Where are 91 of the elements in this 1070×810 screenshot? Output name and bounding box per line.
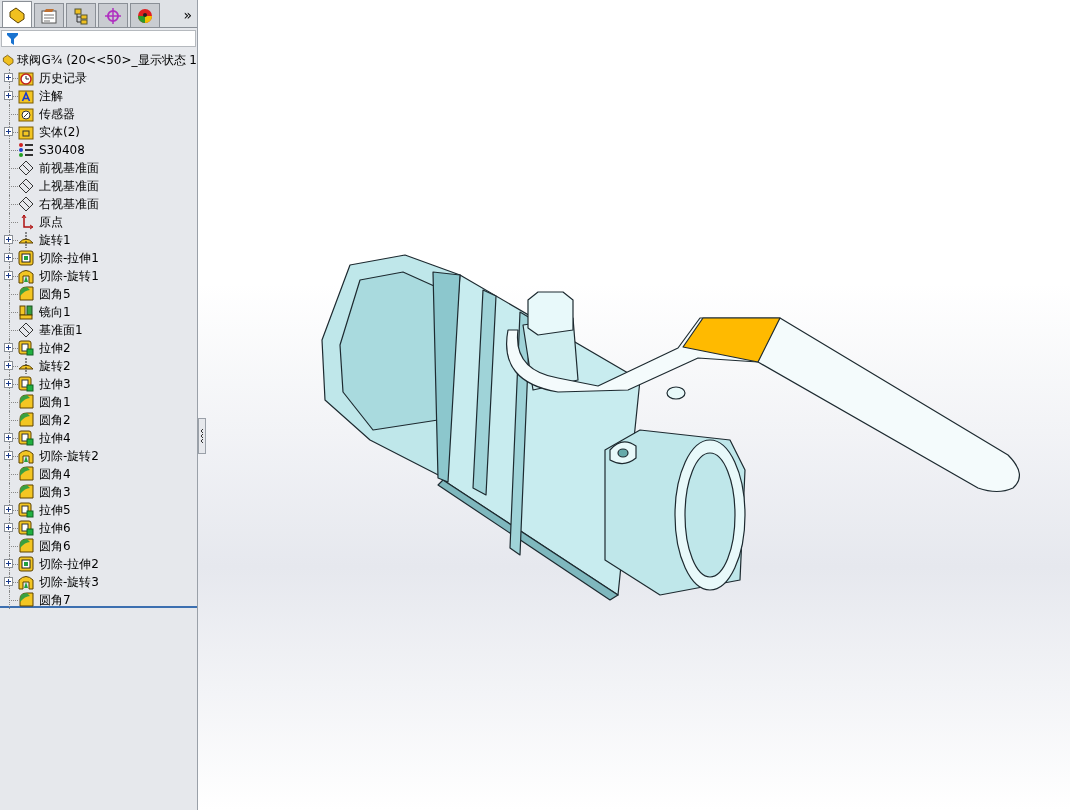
tree-item-label[interactable]: 传感器 (39, 105, 75, 123)
tree-item-label[interactable]: 旋转1 (39, 231, 71, 249)
tree-item-label[interactable]: 实体(2) (39, 123, 80, 141)
tree-root-label[interactable]: 球阀G¾ (20<<50>_显示状态 1 (17, 51, 197, 69)
panel-tab[interactable] (66, 3, 96, 27)
revolve-icon (18, 232, 34, 248)
expand-toggle[interactable] (4, 73, 13, 82)
tree-item-label[interactable]: 注解 (39, 87, 63, 105)
extrude-icon (18, 340, 34, 356)
tree-item-label[interactable]: S30408 (39, 141, 85, 159)
tree-item-label[interactable]: 圆角3 (39, 483, 71, 501)
extrude-icon (18, 376, 34, 392)
expand-toggle[interactable] (4, 451, 13, 460)
tree-item-label[interactable]: 旋转2 (39, 357, 71, 375)
plane-icon (18, 196, 34, 212)
solid-icon (18, 124, 34, 140)
fillet-icon (18, 466, 34, 482)
cut-revolve-icon (18, 448, 34, 464)
expand-toggle[interactable] (4, 379, 13, 388)
plane-icon (18, 160, 34, 176)
panel-tab[interactable] (34, 3, 64, 27)
tree-item-label[interactable]: 上视基准面 (39, 177, 99, 195)
expand-toggle[interactable] (4, 343, 13, 352)
history-icon (18, 70, 34, 86)
fillet-icon (18, 592, 34, 608)
expand-toggle[interactable] (4, 127, 13, 136)
cut-revolve-icon (18, 574, 34, 590)
cut-extrude-icon (18, 250, 34, 266)
panel-tab[interactable] (2, 1, 32, 27)
property-icon (40, 6, 58, 25)
expand-toggle[interactable] (4, 91, 13, 100)
plane-icon (18, 178, 34, 194)
tree-item-label[interactable]: 右视基准面 (39, 195, 99, 213)
expand-toggle[interactable] (4, 559, 13, 568)
more-tabs-button[interactable]: » (178, 3, 197, 27)
extrude-icon (18, 430, 34, 446)
tree-item-label[interactable]: 拉伸3 (39, 375, 71, 393)
tree-item-label[interactable]: 拉伸2 (39, 339, 71, 357)
fillet-icon (18, 412, 34, 428)
expand-toggle[interactable] (4, 505, 13, 514)
expand-toggle[interactable] (4, 271, 13, 280)
cut-revolve-icon (18, 268, 34, 284)
expand-toggle[interactable] (4, 577, 13, 586)
material-icon (18, 142, 34, 158)
expand-toggle[interactable] (4, 523, 13, 532)
expand-toggle[interactable] (4, 235, 13, 244)
tree-item-label[interactable]: 切除-拉伸1 (39, 249, 99, 267)
cut-extrude-icon (18, 556, 34, 572)
feature-tree-icon (8, 5, 26, 24)
expand-toggle[interactable] (4, 433, 13, 442)
panel-tab[interactable] (98, 3, 128, 27)
sensor-icon (18, 106, 34, 122)
display-icon (136, 6, 154, 25)
panel-tab[interactable] (130, 3, 160, 27)
fillet-icon (18, 394, 34, 410)
fillet-icon (18, 286, 34, 302)
tree-item-label[interactable]: 切除-旋转1 (39, 267, 99, 285)
tree-item-label[interactable]: 拉伸5 (39, 501, 71, 519)
tree-item-label[interactable]: 圆角7 (39, 591, 71, 609)
tree-item-label[interactable]: 拉伸6 (39, 519, 71, 537)
extrude-icon (18, 520, 34, 536)
tree-item-label[interactable]: 原点 (39, 213, 63, 231)
tree-item-label[interactable]: 圆角1 (39, 393, 71, 411)
revolve-icon (18, 358, 34, 374)
part-icon (2, 52, 15, 68)
collapse-arrows-icon (200, 428, 204, 444)
tree-item-label[interactable]: 圆角2 (39, 411, 71, 429)
dimxpert-icon (104, 6, 122, 25)
expand-toggle[interactable] (4, 361, 13, 370)
annotation-icon (18, 88, 34, 104)
tree-item-label[interactable]: 拉伸4 (39, 429, 71, 447)
tree-item-label[interactable]: 切除-旋转3 (39, 573, 99, 591)
mirror-icon (18, 304, 34, 320)
extrude-icon (18, 502, 34, 518)
tree-item-label[interactable]: 圆角5 (39, 285, 71, 303)
tree-item-label[interactable]: 前视基准面 (39, 159, 99, 177)
tree-item-label[interactable]: 圆角6 (39, 537, 71, 555)
tree-item-label[interactable]: 切除-拉伸2 (39, 555, 99, 573)
filter-icon (7, 32, 18, 45)
filter-field[interactable] (1, 30, 196, 47)
splitter-handle[interactable] (198, 418, 206, 454)
tree-item-label[interactable]: 基准面1 (39, 321, 83, 339)
tree-item-label[interactable]: 切除-旋转2 (39, 447, 99, 465)
tree-item-label[interactable]: 镜向1 (39, 303, 71, 321)
tree-item-label[interactable]: 历史记录 (39, 69, 87, 87)
tree-item-label[interactable]: 圆角4 (39, 465, 71, 483)
fillet-icon (18, 538, 34, 554)
plane-icon (18, 322, 34, 338)
expand-toggle[interactable] (4, 253, 13, 262)
fillet-icon (18, 484, 34, 500)
configuration-icon (72, 6, 90, 25)
